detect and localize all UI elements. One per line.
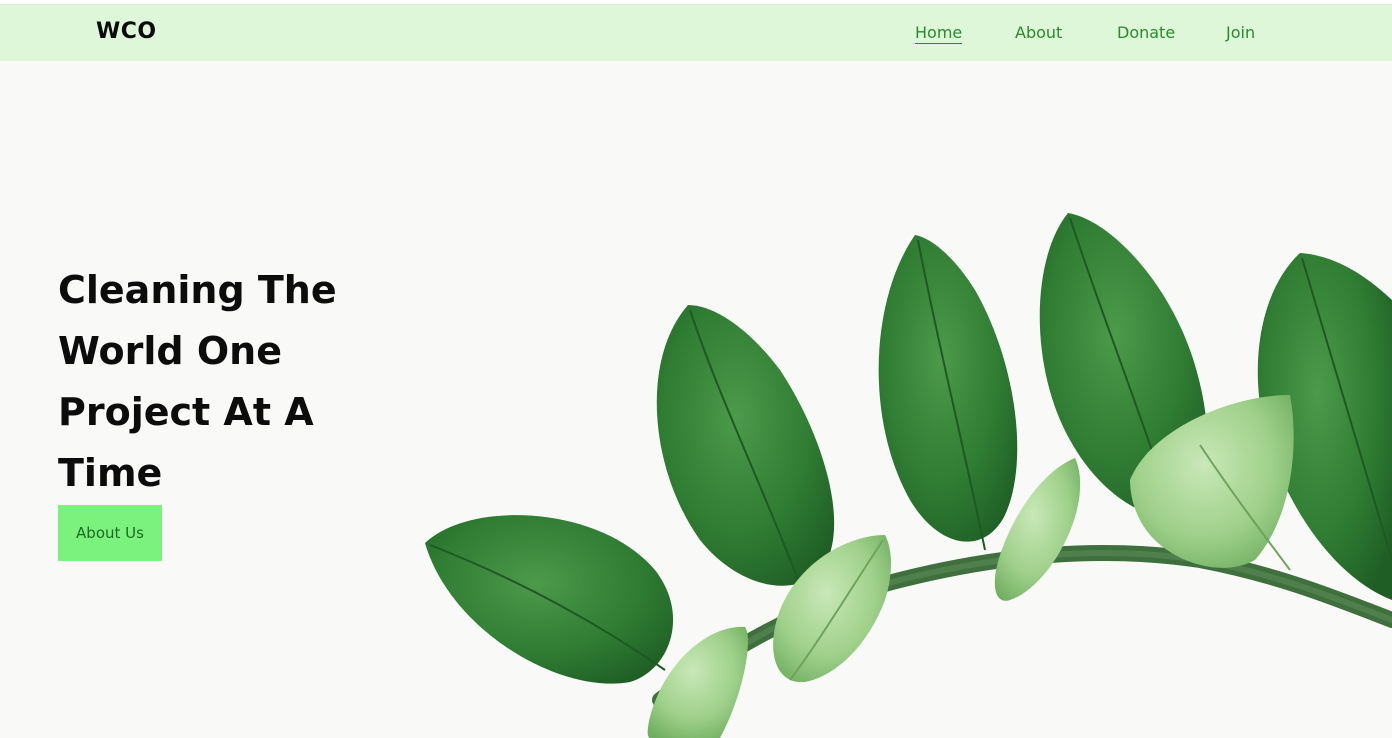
leaf-3 (878, 235, 1018, 551)
page: WCO Home About Donate Join Cleaning The … (0, 0, 1392, 738)
hero-title: Cleaning The World One Project At A Time (58, 268, 337, 495)
about-us-button[interactable]: About Us (58, 505, 162, 561)
leaf-1 (425, 515, 674, 684)
leaf-2 (656, 305, 835, 586)
